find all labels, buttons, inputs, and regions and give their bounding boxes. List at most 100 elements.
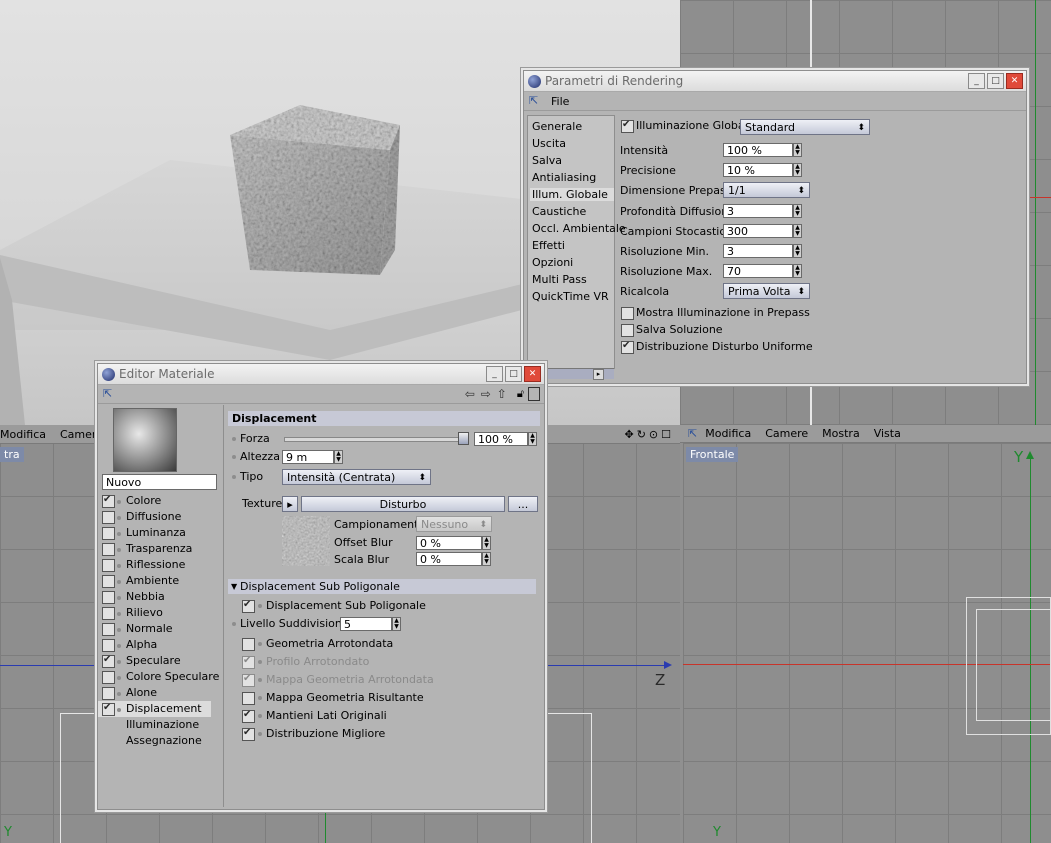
channel-checkbox-luminanza[interactable] xyxy=(102,527,115,540)
mappa-geometria-risultante-checkbox[interactable] xyxy=(242,692,255,705)
material-preview[interactable] xyxy=(113,408,177,472)
channel-item-diffusione[interactable]: Diffusione xyxy=(98,509,223,525)
menu-file[interactable]: File xyxy=(551,95,569,108)
viewport-nav-icons[interactable]: ✥↻⊙☐ xyxy=(624,428,674,441)
minimize-button[interactable]: _ xyxy=(486,366,503,382)
channel-checkbox-riflessione[interactable] xyxy=(102,559,115,572)
intensita-stepper[interactable]: ▲ ▼ xyxy=(793,143,802,157)
scala-blur-stepper[interactable]: ▲ ▼ xyxy=(482,552,491,566)
scala-blur-field[interactable]: 0 % xyxy=(416,552,482,566)
texture-menu-button[interactable]: ▸ xyxy=(282,496,298,512)
sidebar-item-salva[interactable]: Salva xyxy=(532,154,562,167)
material-name-field[interactable]: Nuovo xyxy=(102,474,217,490)
maximize-button[interactable]: □ xyxy=(505,366,522,382)
precisione-field[interactable]: 10 % xyxy=(723,163,793,177)
channel-checkbox-displacement[interactable] xyxy=(102,702,115,716)
menu-vista-right[interactable]: Vista xyxy=(874,427,901,440)
sidebar-item-generale[interactable]: Generale xyxy=(532,120,582,133)
tipo-dropdown[interactable]: Intensità (Centrata) ⬍ xyxy=(282,469,431,485)
channel-item-alpha[interactable]: Alpha xyxy=(98,637,223,653)
distribuzione-migliore-checkbox[interactable] xyxy=(242,727,255,741)
channel-item-alone[interactable]: Alone xyxy=(98,685,223,701)
channel-item-colore-speculare[interactable]: Colore Speculare xyxy=(98,669,223,685)
ris-max-field[interactable]: 70 xyxy=(723,264,793,278)
profilo-arrotondato-checkbox[interactable] xyxy=(242,655,255,669)
offset-blur-stepper[interactable]: ▲ ▼ xyxy=(482,536,491,550)
campionamento-dropdown[interactable]: Nessuno ⬍ xyxy=(416,516,492,532)
sidebar-item-multi-pass[interactable]: Multi Pass xyxy=(532,273,587,286)
channel-item-riflessione[interactable]: Riflessione xyxy=(98,557,223,573)
ricalcola-dropdown[interactable]: Prima Volta ⬍ xyxy=(723,283,810,299)
channel-checkbox-alpha[interactable] xyxy=(102,639,115,652)
subpoly-section[interactable]: ▼ Displacement Sub Poligonale xyxy=(228,579,536,594)
altezza-stepper[interactable]: ▲ ▼ xyxy=(334,450,343,464)
pin-icon[interactable]: ⇱ xyxy=(688,427,697,440)
sidebar-item-illum-globale[interactable]: Illum. Globale xyxy=(530,188,614,201)
minimize-button[interactable]: _ xyxy=(968,73,985,89)
material-editor-titlebar[interactable]: Editor Materiale _ □ ✕ xyxy=(98,364,544,385)
campioni-field[interactable]: 300 xyxy=(723,224,793,238)
ris-max-stepper[interactable]: ▲ ▼ xyxy=(793,264,802,278)
channel-checkbox-speculare[interactable] xyxy=(102,654,115,668)
menu-modifica-right[interactable]: Modifica xyxy=(705,427,751,440)
pin-icon[interactable]: ⇱ xyxy=(103,388,117,400)
close-button[interactable]: ✕ xyxy=(1006,73,1023,89)
lock-icon[interactable]: 🔓︎ xyxy=(517,387,524,401)
forza-stepper[interactable]: ▲ ▼ xyxy=(528,432,537,446)
profondita-stepper[interactable]: ▲ ▼ xyxy=(793,204,802,218)
channel-checkbox-rilievo[interactable] xyxy=(102,607,115,620)
sidebar-item-effetti[interactable]: Effetti xyxy=(532,239,565,252)
altezza-field[interactable]: 9 m xyxy=(282,450,334,464)
offset-blur-field[interactable]: 0 % xyxy=(416,536,482,550)
sidebar-item-uscita[interactable]: Uscita xyxy=(532,137,566,150)
channel-checkbox-normale[interactable] xyxy=(102,623,115,636)
menu-camere-right[interactable]: Camere xyxy=(765,427,808,440)
menu-modifica[interactable]: Modifica xyxy=(0,428,46,441)
sidebar-item-antialiasing[interactable]: Antialiasing xyxy=(532,171,596,184)
channel-checkbox-alone[interactable] xyxy=(102,687,115,700)
maximize-button[interactable]: □ xyxy=(987,73,1004,89)
ris-min-field[interactable]: 3 xyxy=(723,244,793,258)
campioni-stepper[interactable]: ▲ ▼ xyxy=(793,224,802,238)
channel-item-colore[interactable]: Colore xyxy=(98,493,223,509)
menu-mostra-right[interactable]: Mostra xyxy=(822,427,860,440)
texture-name-button[interactable]: Disturbo xyxy=(301,496,505,512)
channel-checkbox-colore-speculare[interactable] xyxy=(102,671,115,684)
sidebar-item-opzioni[interactable]: Opzioni xyxy=(532,256,573,269)
channel-checkbox-diffusione[interactable] xyxy=(102,511,115,524)
channel-item-speculare[interactable]: Speculare xyxy=(98,653,223,669)
channel-item-assegnazione[interactable]: Assegnazione xyxy=(98,733,223,749)
panel-icon[interactable] xyxy=(528,387,540,401)
geometria-arrotondata-checkbox[interactable] xyxy=(242,638,255,651)
gi-mode-dropdown[interactable]: Standard ⬍ xyxy=(740,119,870,135)
channel-item-normale[interactable]: Normale xyxy=(98,621,223,637)
prepass-dropdown[interactable]: 1/1 ⬍ xyxy=(723,182,810,198)
gi-checkbox[interactable] xyxy=(621,119,634,133)
channel-item-luminanza[interactable]: Luminanza xyxy=(98,525,223,541)
sidebar-item-caustiche[interactable]: Caustiche xyxy=(532,205,586,218)
livello-stepper[interactable]: ▲ ▼ xyxy=(392,617,401,631)
mostra-prepass-checkbox[interactable] xyxy=(621,307,634,320)
nav-arrows-icon[interactable]: ⇦⇨⇧ xyxy=(465,387,513,401)
channel-checkbox-ambiente[interactable] xyxy=(102,575,115,588)
channel-checkbox-colore[interactable] xyxy=(102,494,115,508)
frontal-viewport[interactable]: ⇱ Modifica Camere Mostra Vista Frontale … xyxy=(680,425,1051,843)
sidebar-item-quicktime-vr[interactable]: QuickTime VR xyxy=(532,290,609,303)
channel-item-displacement[interactable]: Displacement xyxy=(98,701,211,717)
salva-soluzione-checkbox[interactable] xyxy=(621,324,634,337)
subpoly-checkbox[interactable] xyxy=(242,599,255,613)
channel-item-trasparenza[interactable]: Trasparenza xyxy=(98,541,223,557)
intensita-field[interactable]: 100 % xyxy=(723,143,793,157)
texture-more-button[interactable]: ... xyxy=(508,496,538,512)
livello-field[interactable]: 5 xyxy=(340,617,392,631)
sidebar-item-occl-ambientale[interactable]: Occl. Ambientale xyxy=(532,222,626,235)
pin-icon[interactable]: ⇱ xyxy=(529,95,543,107)
ris-min-stepper[interactable]: ▲ ▼ xyxy=(793,244,802,258)
channel-checkbox-trasparenza[interactable] xyxy=(102,543,115,556)
profondita-field[interactable]: 3 xyxy=(723,204,793,218)
distribuzione-checkbox[interactable] xyxy=(621,340,634,354)
channel-item-ambiente[interactable]: Ambiente xyxy=(98,573,223,589)
channel-item-illuminazione[interactable]: Illuminazione xyxy=(98,717,223,733)
forza-slider-track[interactable] xyxy=(284,437,466,442)
mantieni-lati-originali-checkbox[interactable] xyxy=(242,709,255,723)
